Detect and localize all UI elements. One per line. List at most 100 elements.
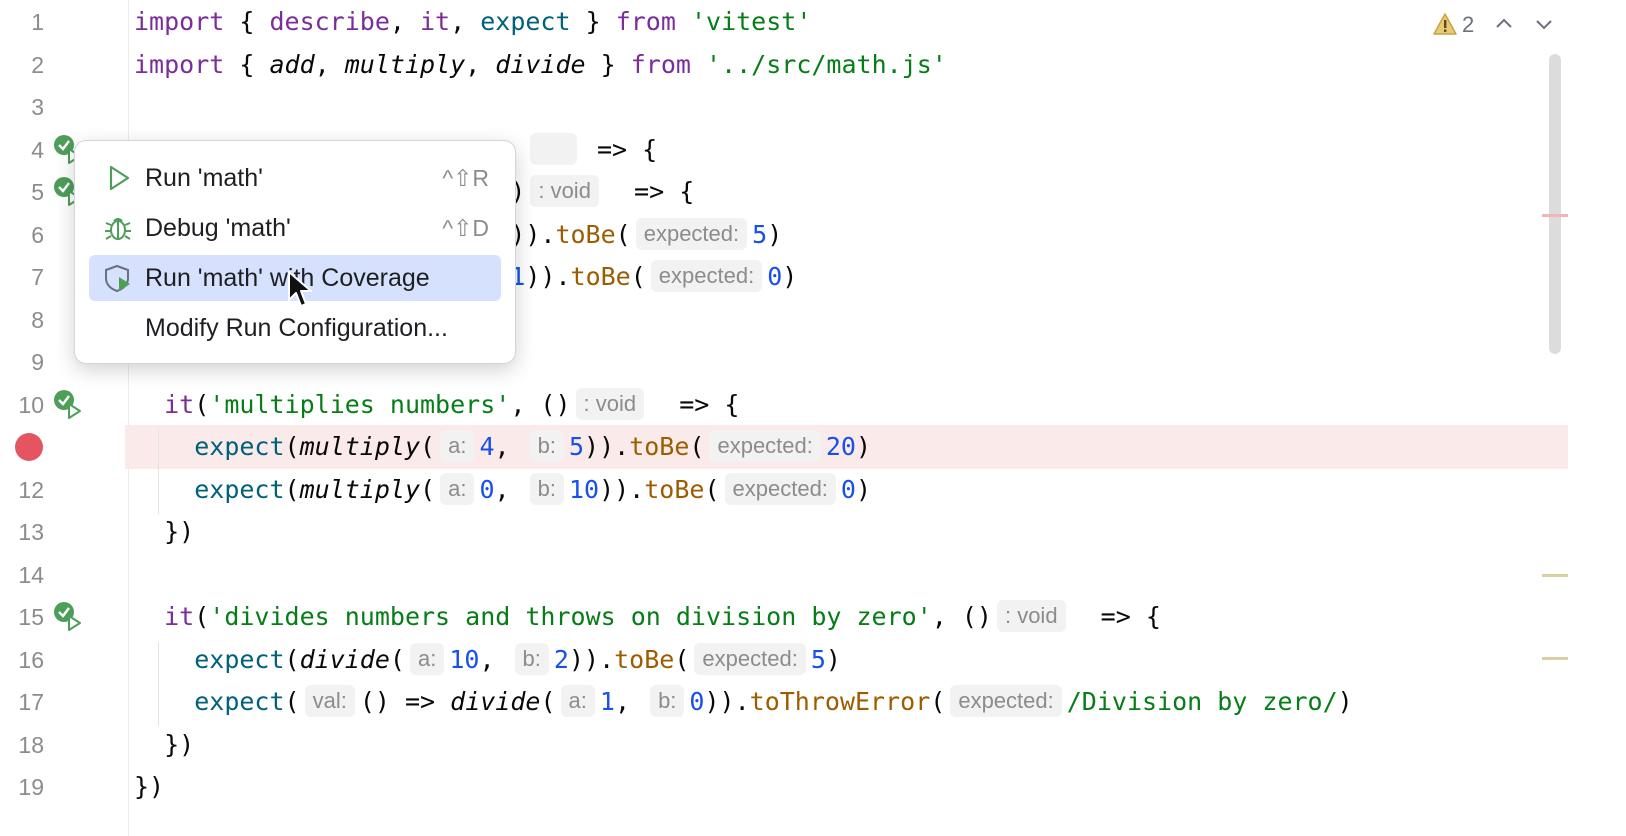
code-line[interactable]: 19}) bbox=[0, 765, 1626, 809]
warning-stripe-mark[interactable] bbox=[1542, 574, 1568, 577]
line-number[interactable]: 2 bbox=[0, 43, 44, 87]
code-token: 5 bbox=[810, 644, 826, 674]
code-line[interactable]: 13 }) bbox=[0, 510, 1626, 554]
code-text[interactable]: expect(divide(a: 10, b: 2)).toBe(expected:… bbox=[134, 638, 841, 682]
code-token: import bbox=[134, 49, 225, 79]
code-line[interactable]: 17 expect(val:() => divide(a: 1, b: 0)).to… bbox=[0, 680, 1626, 724]
run-context-popup: Run 'math' ^⇧R Debug 'math' ^⇧D Run 'mat… bbox=[74, 140, 516, 364]
code-line[interactable]: 1 import { describe, it, expect } from 'v… bbox=[0, 0, 1626, 44]
code-text[interactable]: import { describe, it, expect } from 'vi… bbox=[134, 0, 811, 44]
line-number[interactable]: 1 bbox=[0, 0, 44, 44]
line-number[interactable]: 5 bbox=[0, 170, 44, 214]
parameter-hint: expected: bbox=[694, 642, 806, 675]
line-number[interactable]: 6 bbox=[0, 213, 44, 257]
code-token: 5 bbox=[752, 219, 768, 249]
code-token: from bbox=[630, 49, 691, 79]
debug-math-item[interactable]: Debug 'math' ^⇧D bbox=[89, 205, 501, 251]
code-token: , bbox=[494, 432, 525, 461]
chevron-up-icon[interactable] bbox=[1494, 14, 1514, 34]
code-token: { bbox=[224, 7, 270, 36]
code-line[interactable]: expect(multiply(a: 4, b: 5)).toBe(expected… bbox=[125, 425, 1568, 469]
code-token: multiply bbox=[299, 474, 421, 504]
parameter-hint: a: bbox=[560, 685, 595, 717]
parameter-hint: : void bbox=[996, 600, 1066, 632]
breakpoint-icon[interactable] bbox=[15, 433, 43, 461]
code-line[interactable]: 16 expect(divide(a: 10, b: 2)).toBe(expect… bbox=[0, 638, 1626, 682]
parameter-hint: expected: bbox=[650, 260, 763, 292]
code-token: ) bbox=[1337, 687, 1353, 716]
code-text[interactable]: }) bbox=[134, 765, 164, 809]
line-number[interactable]: 17 bbox=[0, 680, 44, 724]
code-token: '../src/math.js' bbox=[706, 49, 947, 79]
run-math-item[interactable]: Run 'math' ^⇧R bbox=[89, 155, 501, 201]
parameter-hint: b: bbox=[529, 472, 564, 505]
parameter-hint: expected: bbox=[709, 430, 821, 462]
code-token: , bbox=[450, 7, 481, 36]
chevron-down-icon[interactable] bbox=[1534, 14, 1554, 34]
code-line[interactable]: 15 it('divides numbers and throws on div… bbox=[0, 595, 1626, 639]
code-text[interactable]: expect(val:() => divide(a: 1, b: 0)).toThr… bbox=[134, 680, 1353, 724]
run-icon bbox=[109, 165, 130, 191]
code-token: ) bbox=[825, 644, 841, 674]
warning-stripe-mark[interactable] bbox=[1542, 657, 1568, 660]
code-token: 0 bbox=[840, 474, 856, 504]
code-line[interactable]: 12 expect(multiply(a: 0, b: 10)).toBe(expe… bbox=[0, 468, 1626, 512]
line-number[interactable]: 16 bbox=[0, 638, 44, 682]
code-line[interactable]: 14 bbox=[0, 553, 1626, 597]
code-text[interactable]: expect(multiply(a: 0, b: 10)).toBe(expecte… bbox=[134, 468, 871, 512]
code-text[interactable]: import { add, multiply, divide } from '.… bbox=[134, 43, 947, 87]
code-token: ( bbox=[674, 644, 690, 674]
code-line[interactable]: 3 bbox=[0, 85, 1626, 129]
code-token: divide bbox=[299, 644, 390, 674]
line-number[interactable]: 12 bbox=[0, 468, 44, 512]
code-text[interactable]: }) bbox=[134, 510, 194, 554]
code-token: 0 bbox=[479, 474, 495, 504]
code-token: divide bbox=[450, 687, 541, 716]
code-token: )). bbox=[568, 644, 615, 674]
error-stripe-mark[interactable] bbox=[1542, 214, 1568, 217]
modify-run-configuration-item[interactable]: Modify Run Configuration... bbox=[89, 305, 501, 351]
parameter-hint: expected: bbox=[950, 685, 1062, 717]
run-math-label: Run 'math' bbox=[145, 164, 263, 192]
code-token: 'divides numbers and throws on division … bbox=[209, 602, 932, 631]
code-token: ) bbox=[782, 262, 798, 291]
line-number[interactable]: 10 bbox=[0, 383, 44, 427]
line-number[interactable]: 15 bbox=[0, 595, 44, 639]
code-token: }) bbox=[134, 729, 195, 759]
line-number[interactable]: 18 bbox=[0, 723, 44, 767]
code-token: 2 bbox=[553, 644, 569, 674]
code-text[interactable]: expect(multiply(a: 4, b: 5)).toBe(expected… bbox=[134, 425, 871, 469]
code-line[interactable]: 2 import { add, multiply, divide } from '… bbox=[0, 43, 1626, 87]
vertical-scrollbar[interactable] bbox=[1549, 54, 1561, 354]
code-text[interactable]: it('divides numbers and throws on divisi… bbox=[134, 595, 1161, 639]
line-number[interactable]: 13 bbox=[0, 510, 44, 554]
code-line[interactable]: 10 it('multiplies numbers', (): void => … bbox=[0, 383, 1626, 427]
parameter-hint: : void bbox=[575, 387, 645, 420]
test-passed-run-icon[interactable] bbox=[53, 601, 83, 631]
warning-triangle-icon[interactable] bbox=[1432, 12, 1458, 36]
code-token: , bbox=[389, 7, 420, 36]
line-number[interactable]: 19 bbox=[0, 765, 44, 809]
code-line[interactable]: 18 }) bbox=[0, 723, 1626, 767]
line-number[interactable]: 14 bbox=[0, 553, 44, 597]
code-token: 0 bbox=[767, 262, 783, 291]
code-text[interactable]: }) bbox=[134, 723, 194, 767]
line-number[interactable]: 8 bbox=[0, 298, 44, 342]
code-token: toBe bbox=[570, 262, 631, 291]
code-token: ( bbox=[194, 389, 210, 419]
test-passed-run-icon[interactable] bbox=[53, 389, 83, 419]
warning-count: 2 bbox=[1462, 12, 1475, 37]
indent-guide bbox=[158, 642, 159, 726]
code-token: describe bbox=[269, 7, 390, 36]
line-number[interactable]: 4 bbox=[0, 128, 44, 172]
code-token: ( bbox=[630, 262, 646, 291]
code-text[interactable]: it('multiplies numbers', (): void => { bbox=[134, 383, 739, 427]
line-number[interactable]: 3 bbox=[0, 85, 44, 129]
code-token: ( bbox=[194, 602, 210, 631]
line-number[interactable]: 9 bbox=[0, 340, 44, 384]
line-number[interactable]: 7 bbox=[0, 255, 44, 299]
